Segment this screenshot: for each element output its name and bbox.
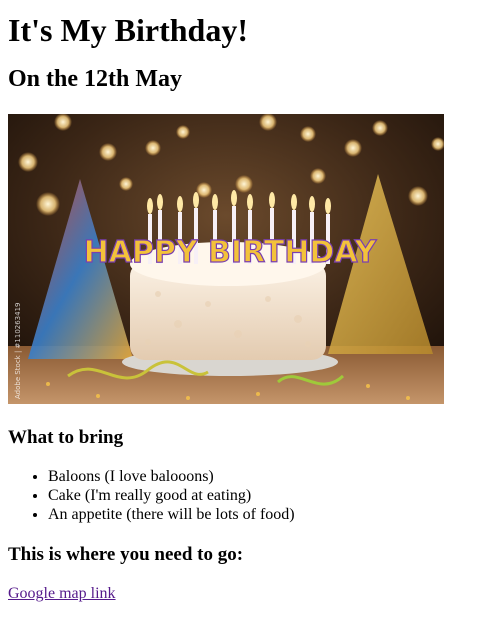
page-content: It's My Birthday! On the 12th May HAPPY … [0, 12, 481, 603]
page-title: It's My Birthday! [8, 12, 248, 48]
date-heading: On the 12th May [8, 66, 182, 92]
what-to-bring-heading: What to bring [8, 427, 124, 448]
list-item: Cake (I'm really good at eating) [48, 486, 473, 505]
birthday-cake-image: HAPPY BIRTHDAY Adobe Stock | #110263419 [8, 114, 444, 404]
cake-candle-letters: HAPPY BIRTHDAY [84, 235, 378, 270]
location-heading: This is where you need to go: [8, 544, 244, 565]
list-item: Baloons (I love balooons) [48, 467, 473, 486]
google-map-link[interactable]: Google map link [8, 584, 116, 603]
stock-watermark: Adobe Stock | #110263419 [14, 303, 22, 400]
list-item: An appetite (there will be lots of food) [48, 505, 473, 524]
bring-list: Baloons (I love balooons) Cake (I'm real… [8, 467, 473, 524]
